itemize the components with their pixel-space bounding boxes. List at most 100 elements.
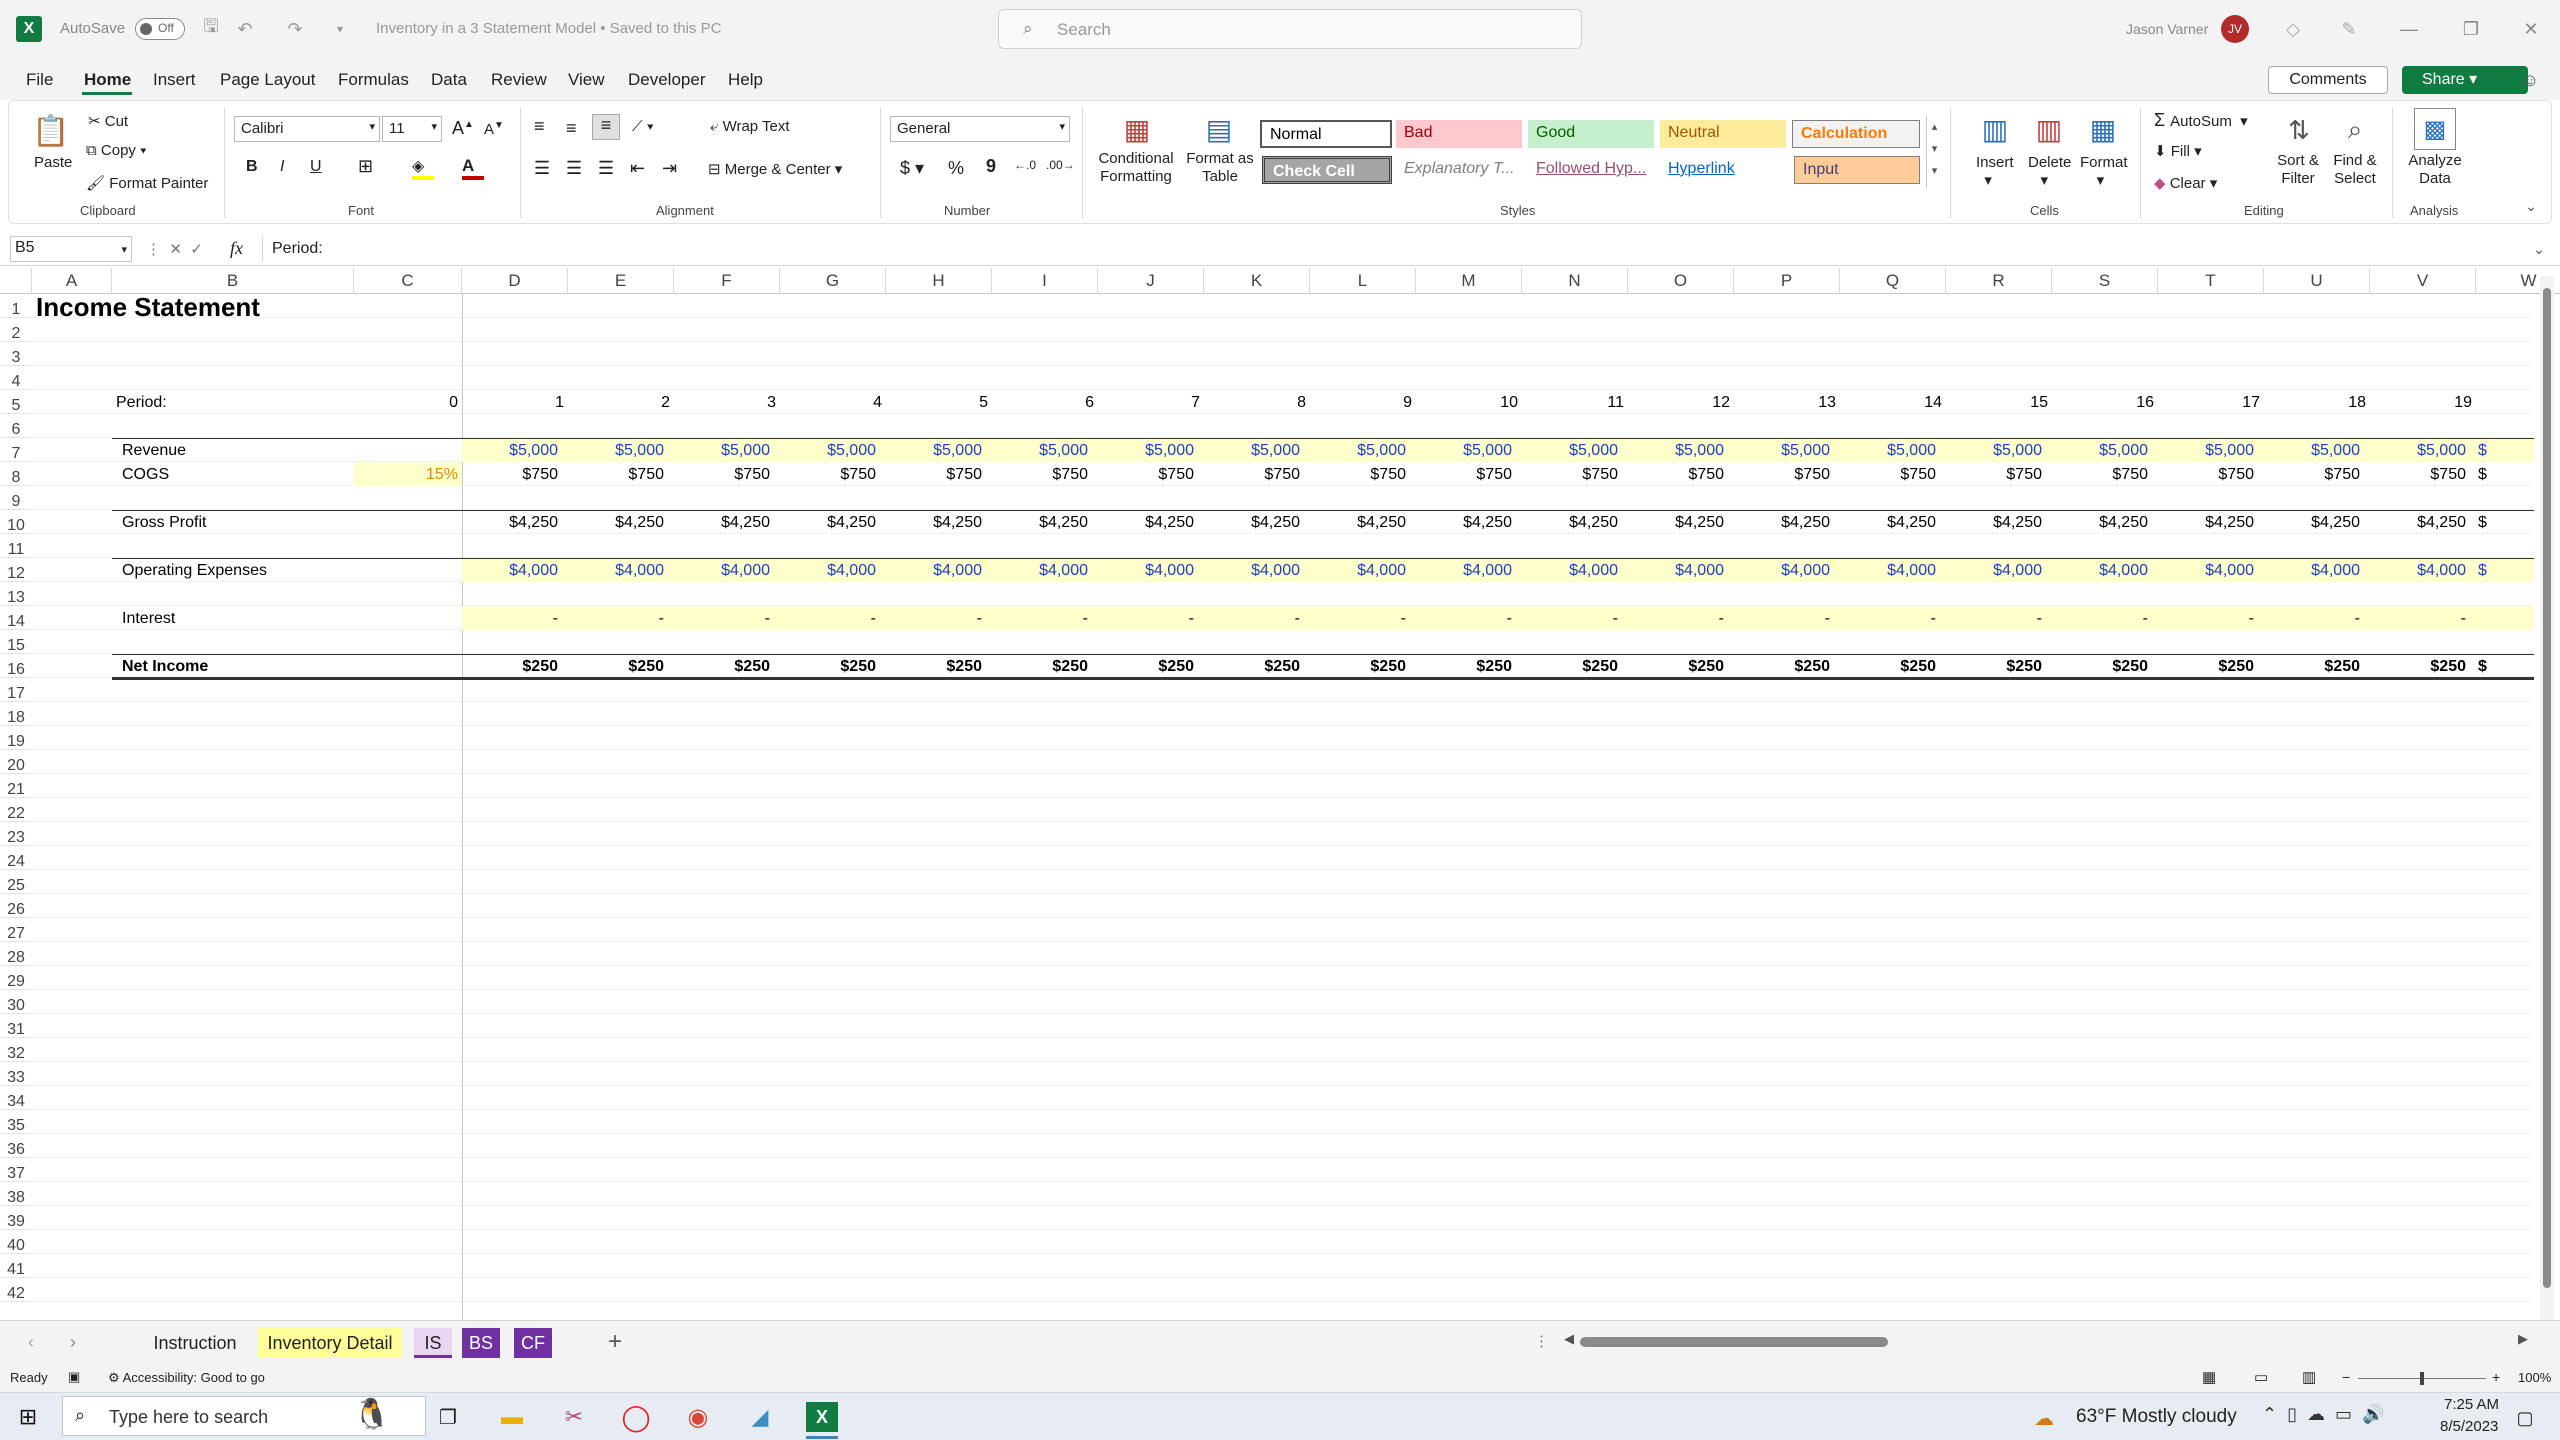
align-right-icon[interactable]: ☰ [598, 158, 614, 179]
format-as-table-icon[interactable]: ▤ [1200, 110, 1238, 148]
style-calculation[interactable]: Calculation [1792, 120, 1920, 148]
decrease-indent-icon[interactable]: ⇤ [630, 158, 645, 179]
copy-button[interactable]: ⧉ Copy ▾ [86, 142, 146, 159]
menu-insert[interactable]: Insert [153, 70, 196, 90]
format-painter-button[interactable]: 🖌 Format Painter [86, 174, 208, 192]
align-bottom-icon[interactable]: ≡ [592, 114, 620, 140]
format-as-table-button[interactable]: Format as Table [1184, 150, 1256, 186]
name-box[interactable]: B5 ▾ [10, 236, 132, 262]
merge-center-button[interactable]: ⊟ Merge & Center ▾ [708, 160, 842, 178]
add-sheet-icon[interactable]: + [608, 1328, 622, 1356]
menu-file[interactable]: File [26, 70, 53, 90]
align-left-icon[interactable]: ☰ [534, 158, 550, 179]
expand-formula-bar-icon[interactable]: ⌄ [2526, 236, 2552, 262]
excel-taskbar-icon[interactable]: X [806, 1402, 838, 1432]
page-break-view-icon[interactable]: ▥ [2302, 1368, 2316, 1386]
number-format-select[interactable]: General ▾ [890, 116, 1070, 142]
next-sheet-icon[interactable]: › [70, 1332, 76, 1353]
find-select-icon[interactable]: ⌕ [2336, 110, 2374, 150]
tab-instruction[interactable]: Instruction [138, 1328, 252, 1358]
currency-button[interactable]: $ ▾ [900, 158, 924, 179]
orientation-icon[interactable]: ⟋ ▾ [632, 118, 654, 135]
align-top-icon[interactable]: ≡ [534, 116, 545, 137]
style-explanatory[interactable]: Explanatory T... [1396, 156, 1522, 184]
accessibility-status[interactable]: ⚙ Accessibility: Good to go [108, 1370, 265, 1386]
italic-button[interactable]: I [280, 158, 284, 176]
menu-review[interactable]: Review [491, 70, 547, 90]
undo-icon[interactable]: ↶ [232, 16, 258, 42]
tab-cf[interactable]: CF [514, 1328, 552, 1358]
autosum-button[interactable]: Σ AutoSum ▾ [2154, 110, 2248, 131]
cut-button[interactable]: ✂ Cut [88, 112, 128, 130]
tab-is[interactable]: IS [414, 1328, 452, 1358]
font-size-select[interactable]: 11 ▾ [382, 116, 442, 142]
zoom-level[interactable]: 100% [2518, 1370, 2551, 1385]
taskbar-search[interactable]: ⌕ Type here to search 🐧 [62, 1396, 426, 1436]
close-icon[interactable]: ✕ [2516, 16, 2546, 42]
fill-color-icon[interactable]: ◈ [412, 156, 436, 180]
document-title[interactable]: Inventory in a 3 Statement Model • Saved… [376, 20, 721, 37]
decrease-font-icon[interactable]: A▼ [484, 120, 504, 138]
clock-time[interactable]: 7:25 AM [2444, 1396, 2499, 1413]
bold-button[interactable]: B [246, 158, 258, 176]
delete-cells-button[interactable]: Delete ▾ [2028, 154, 2071, 189]
style-input[interactable]: Input [1794, 156, 1920, 184]
menu-formulas[interactable]: Formulas [338, 70, 409, 90]
style-neutral[interactable]: Neutral [1660, 120, 1786, 148]
sort-filter-button[interactable]: Sort & Filter [2266, 152, 2330, 188]
save-icon[interactable]: 🖫 [198, 16, 224, 42]
file-explorer-icon[interactable]: ▬ [496, 1402, 528, 1432]
wrap-text-button[interactable]: ⤶ Wrap Text [710, 118, 790, 135]
insert-function-icon[interactable]: fx [230, 238, 243, 259]
align-center-icon[interactable]: ☰ [566, 158, 582, 179]
conditional-formatting-icon[interactable]: ▦ [1118, 110, 1156, 148]
insert-cells-button[interactable]: Insert ▾ [1976, 154, 2014, 189]
minimize-icon[interactable]: — [2394, 16, 2424, 42]
clock-date[interactable]: 8/5/2023 [2440, 1418, 2498, 1435]
percent-button[interactable]: % [948, 158, 964, 179]
weather-text[interactable]: 63°F Mostly cloudy [2076, 1406, 2237, 1428]
underline-button[interactable]: U [310, 158, 322, 176]
macro-record-icon[interactable]: ▣ [68, 1369, 80, 1385]
chrome-icon[interactable]: ◉ [682, 1402, 714, 1432]
tab-bs[interactable]: BS [462, 1328, 500, 1358]
share-button[interactable]: Share ▾ [2402, 66, 2528, 94]
feedback-icon[interactable]: ☺ [2516, 66, 2544, 94]
prev-sheet-icon[interactable]: ‹ [28, 1332, 34, 1353]
paste-icon[interactable]: 📋 [32, 110, 70, 152]
font-name-select[interactable]: Calibri ▾ [234, 116, 380, 142]
premium-icon[interactable]: ◇ [2280, 16, 2306, 42]
menu-help[interactable]: Help [728, 70, 763, 90]
comma-button[interactable]: 9 [986, 156, 996, 177]
style-followed-hyperlink[interactable]: Followed Hyp... [1528, 156, 1654, 184]
sort-filter-icon[interactable]: ⇅ [2280, 110, 2318, 150]
align-middle-icon[interactable]: ≡ [566, 118, 577, 139]
style-hyperlink[interactable]: Hyperlink [1660, 156, 1786, 184]
formula-input[interactable]: Period: [272, 240, 323, 258]
menu-page-layout[interactable]: Page Layout [220, 70, 315, 90]
task-view-icon[interactable]: ❐ [432, 1402, 464, 1432]
weather-icon[interactable]: ☁ [2034, 1406, 2054, 1431]
notifications-icon[interactable]: ▢ [2510, 1404, 2540, 1432]
conditional-formatting-button[interactable]: Conditional Formatting [1090, 150, 1182, 186]
clear-button[interactable]: ◆ Clear ▾ [2154, 174, 2217, 192]
format-cells-button[interactable]: Format ▾ [2080, 154, 2128, 189]
tab-options-icon[interactable]: ⋮ [1534, 1332, 1549, 1350]
increase-decimal-icon[interactable]: ←.0 [1014, 158, 1036, 172]
snipping-tool-icon[interactable]: ✂ [558, 1402, 590, 1432]
redo-icon[interactable]: ↷ [282, 16, 308, 42]
paste-button[interactable]: Paste [34, 154, 72, 171]
horizontal-scroll-thumb[interactable] [1580, 1337, 1888, 1347]
menu-developer[interactable]: Developer [628, 70, 706, 90]
avatar[interactable]: JV [2221, 15, 2249, 43]
menu-view[interactable]: View [568, 70, 605, 90]
search-box[interactable]: ⌕ Search [998, 9, 1582, 49]
comments-button[interactable]: Comments [2268, 66, 2388, 94]
styles-scroll[interactable]: ▴ ▾ ▾ [1926, 116, 1942, 188]
menu-data[interactable]: Data [431, 70, 467, 90]
format-cells-icon[interactable]: ▦ [2084, 110, 2122, 148]
delete-cells-icon[interactable]: ▥ [2030, 110, 2068, 148]
windows-start-icon[interactable]: ⊞ [12, 1402, 44, 1432]
horizontal-scrollbar[interactable]: ◀ ▶ [1564, 1331, 2530, 1350]
decrease-decimal-icon[interactable]: .00→ [1046, 158, 1075, 172]
